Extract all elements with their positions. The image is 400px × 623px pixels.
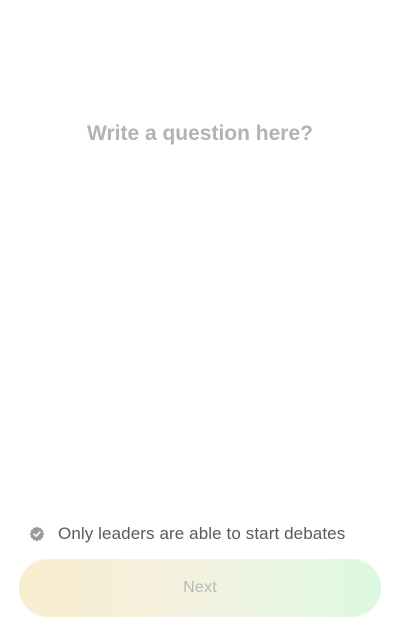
verified-badge-icon [29,526,45,542]
question-area [0,104,400,464]
notice-text: Only leaders are able to start debates [58,524,346,543]
question-input[interactable] [30,104,370,164]
next-button[interactable]: Next [19,559,381,617]
create-debate-screen: Only leaders are able to start debates N… [0,0,400,623]
next-button-label: Next [183,579,217,596]
leaders-only-notice: Only leaders are able to start debates [29,522,345,546]
